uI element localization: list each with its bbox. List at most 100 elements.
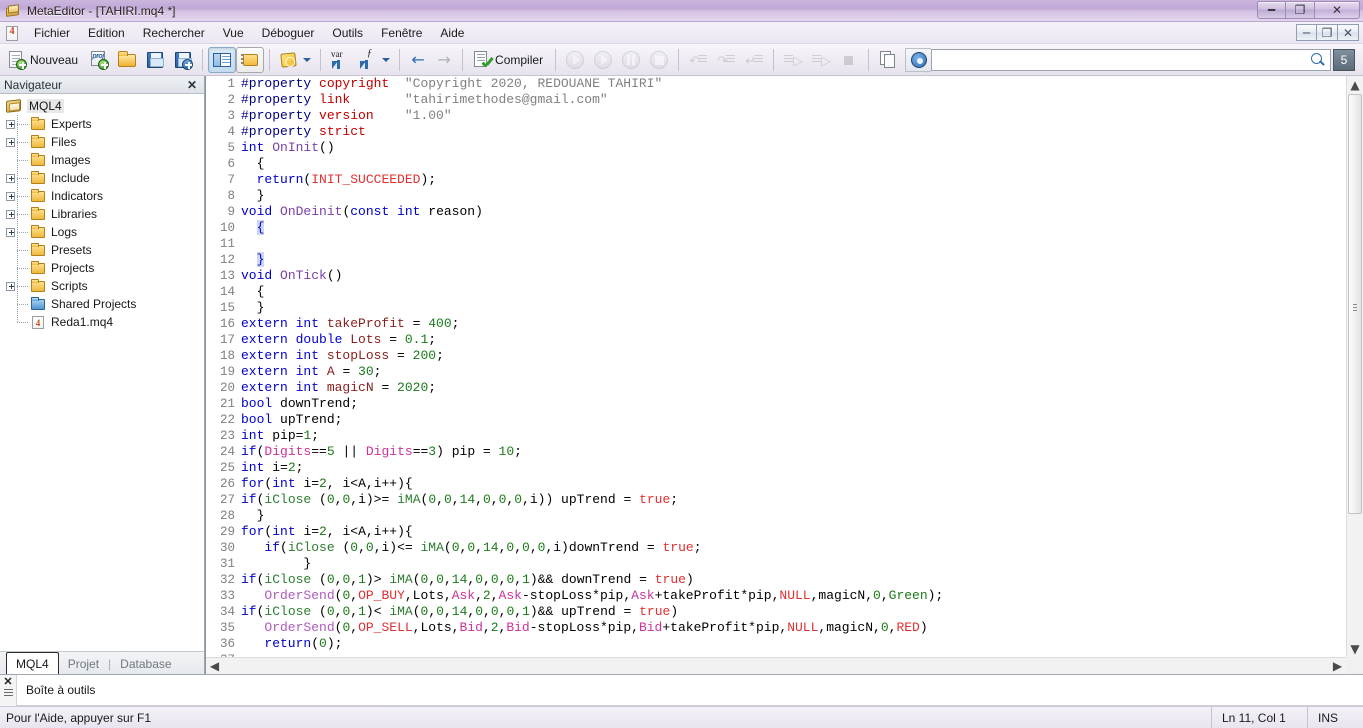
project-panel-button[interactable]: [236, 47, 264, 73]
tree-item-scripts[interactable]: Scripts: [0, 277, 204, 295]
functions-dropdown-caret[interactable]: [382, 58, 390, 62]
code-line[interactable]: 28 }: [206, 508, 1346, 524]
save-all-button[interactable]: [169, 47, 197, 73]
settings-button[interactable]: [905, 48, 931, 72]
code-line[interactable]: 35 OrderSend(0,OP_SELL,Lots,Bid,2,Bid-st…: [206, 620, 1346, 636]
code-line[interactable]: 30 if(iClose (0,0,i)<= iMA(0,0,14,0,0,0,…: [206, 540, 1346, 556]
code-line[interactable]: 13void OnTick(): [206, 268, 1346, 284]
code-line[interactable]: 17extern double Lots = 0.1;: [206, 332, 1346, 348]
expand-plus-icon[interactable]: [6, 228, 15, 237]
compile-button[interactable]: Compiler: [468, 47, 550, 73]
code-line[interactable]: 24if(Digits==5 || Digits==3) pip = 10;: [206, 444, 1346, 460]
code-line[interactable]: 9void OnDeinit(const int reason): [206, 204, 1346, 220]
navigate-back-button[interactable]: ←: [405, 47, 431, 73]
menu-fenetre[interactable]: Fenêtre: [372, 23, 431, 43]
menu-aide[interactable]: Aide: [431, 23, 473, 43]
expand-plus-icon[interactable]: [6, 138, 15, 147]
code-line[interactable]: 20extern int magicN = 2020;: [206, 380, 1346, 396]
tree-item-projects[interactable]: Projects: [0, 259, 204, 277]
mdi-close-button[interactable]: ✕: [1338, 24, 1359, 41]
tree-item-indicators[interactable]: Indicators: [0, 187, 204, 205]
new-file-button[interactable]: Nouveau: [3, 47, 85, 73]
editor-horizontal-scrollbar[interactable]: ◀ ▶: [206, 657, 1346, 674]
expand-plus-icon[interactable]: [6, 120, 15, 129]
close-button[interactable]: ✕: [1315, 1, 1360, 19]
scroll-right-arrow[interactable]: ▶: [1329, 660, 1346, 672]
code-line[interactable]: 26for(int i=2, i<A,i++){: [206, 476, 1346, 492]
code-line[interactable]: 10 {: [206, 220, 1346, 236]
code-line[interactable]: 33 OrderSend(0,OP_BUY,Lots,Ask,2,Ask-sto…: [206, 588, 1346, 604]
code-line[interactable]: 15 }: [206, 300, 1346, 316]
functions-button[interactable]: ƒ: [354, 47, 394, 73]
code-line[interactable]: 1#property copyright "Copyright 2020, RE…: [206, 76, 1346, 92]
expand-plus-icon[interactable]: [6, 210, 15, 219]
menu-edition[interactable]: Edition: [79, 23, 134, 43]
nav-tab-database[interactable]: Database: [111, 653, 180, 674]
code-line[interactable]: 36 return(0);: [206, 636, 1346, 652]
expand-plus-icon[interactable]: [6, 282, 15, 291]
nav-tab-projet[interactable]: Projet: [59, 653, 108, 674]
code-line[interactable]: 14 {: [206, 284, 1346, 300]
search-box[interactable]: [931, 49, 1331, 71]
code-line[interactable]: 7 return(INIT_SUCCEEDED);: [206, 172, 1346, 188]
menu-deboguer[interactable]: Déboguer: [253, 23, 324, 43]
code-line[interactable]: 32if(iClose (0,0,1)> iMA(0,0,14,0,0,0,1)…: [206, 572, 1346, 588]
scroll-down-arrow[interactable]: ▼: [1347, 640, 1363, 657]
code-line[interactable]: 25int i=2;: [206, 460, 1346, 476]
toolbox-close-icon[interactable]: ✕: [3, 677, 12, 687]
notes-dropdown-caret[interactable]: [303, 58, 311, 62]
notes-button[interactable]: [275, 47, 315, 73]
code-line[interactable]: 4#property strict: [206, 124, 1346, 140]
code-line[interactable]: 34if(iClose (0,0,1)< iMA(0,0,14,0,0,0,1)…: [206, 604, 1346, 620]
code-line[interactable]: 18extern int stopLoss = 200;: [206, 348, 1346, 364]
menu-rechercher[interactable]: Rechercher: [134, 23, 214, 43]
restore-button[interactable]: ❐: [1286, 1, 1315, 19]
editor-vertical-scrollbar[interactable]: ▲ ▼: [1346, 76, 1363, 657]
code-line[interactable]: 27if(iClose (0,0,i)>= iMA(0,0,14,0,0,0,i…: [206, 492, 1346, 508]
scroll-left-arrow[interactable]: ◀: [206, 660, 223, 672]
minimize-button[interactable]: ━: [1257, 1, 1286, 19]
navigate-forward-button[interactable]: →: [431, 47, 457, 73]
open-file-button[interactable]: [113, 47, 141, 73]
scroll-up-arrow[interactable]: ▲: [1347, 76, 1363, 93]
search-results-badge[interactable]: 5: [1333, 49, 1355, 71]
tree-item-files[interactable]: Files: [0, 133, 204, 151]
code-line[interactable]: 8 }: [206, 188, 1346, 204]
code-line[interactable]: 19extern int A = 30;: [206, 364, 1346, 380]
code-line[interactable]: 12 }: [206, 252, 1346, 268]
code-line[interactable]: 31 }: [206, 556, 1346, 572]
code-editor[interactable]: 1#property copyright "Copyright 2020, RE…: [206, 76, 1346, 657]
code-line[interactable]: 5int OnInit(): [206, 140, 1346, 156]
mdi-restore-button[interactable]: ❐: [1317, 24, 1338, 41]
tree-item-presets[interactable]: Presets: [0, 241, 204, 259]
code-line[interactable]: 21bool downTrend;: [206, 396, 1346, 412]
expand-plus-icon[interactable]: [6, 192, 15, 201]
tree-item-experts[interactable]: Experts: [0, 115, 204, 133]
code-line[interactable]: 16extern int takeProfit = 400;: [206, 316, 1346, 332]
tree-item-reda1-mq4[interactable]: Reda1.mq4: [0, 313, 204, 331]
search-input[interactable]: [936, 53, 1310, 67]
menu-fichier[interactable]: Fichier: [25, 23, 79, 43]
toolbox-menu-icon[interactable]: [4, 689, 13, 696]
save-button[interactable]: [141, 47, 169, 73]
tree-item-images[interactable]: Images: [0, 151, 204, 169]
new-project-button[interactable]: proj: [85, 47, 113, 73]
variables-button[interactable]: var: [326, 47, 354, 73]
code-line[interactable]: 11: [206, 236, 1346, 252]
copy-button[interactable]: [874, 47, 902, 73]
code-line[interactable]: 2#property link "tahirimethodes@gmail.co…: [206, 92, 1346, 108]
tree-item-shared-projects[interactable]: Shared Projects: [0, 295, 204, 313]
navigator-toggle-button[interactable]: [208, 47, 236, 73]
search-icon[interactable]: [1310, 52, 1326, 68]
code-line[interactable]: 22bool upTrend;: [206, 412, 1346, 428]
tree-item-libraries[interactable]: Libraries: [0, 205, 204, 223]
tree-item-mql4[interactable]: MQL4: [0, 97, 204, 115]
code-line[interactable]: 3#property version "1.00": [206, 108, 1346, 124]
mdi-minimize-button[interactable]: ─: [1296, 24, 1317, 41]
tree-item-logs[interactable]: Logs: [0, 223, 204, 241]
code-line[interactable]: 6 {: [206, 156, 1346, 172]
nav-tab-mql4[interactable]: MQL4: [6, 652, 59, 674]
navigator-close-icon[interactable]: ✕: [184, 78, 200, 92]
menu-outils[interactable]: Outils: [323, 23, 372, 43]
code-line[interactable]: 23int pip=1;: [206, 428, 1346, 444]
